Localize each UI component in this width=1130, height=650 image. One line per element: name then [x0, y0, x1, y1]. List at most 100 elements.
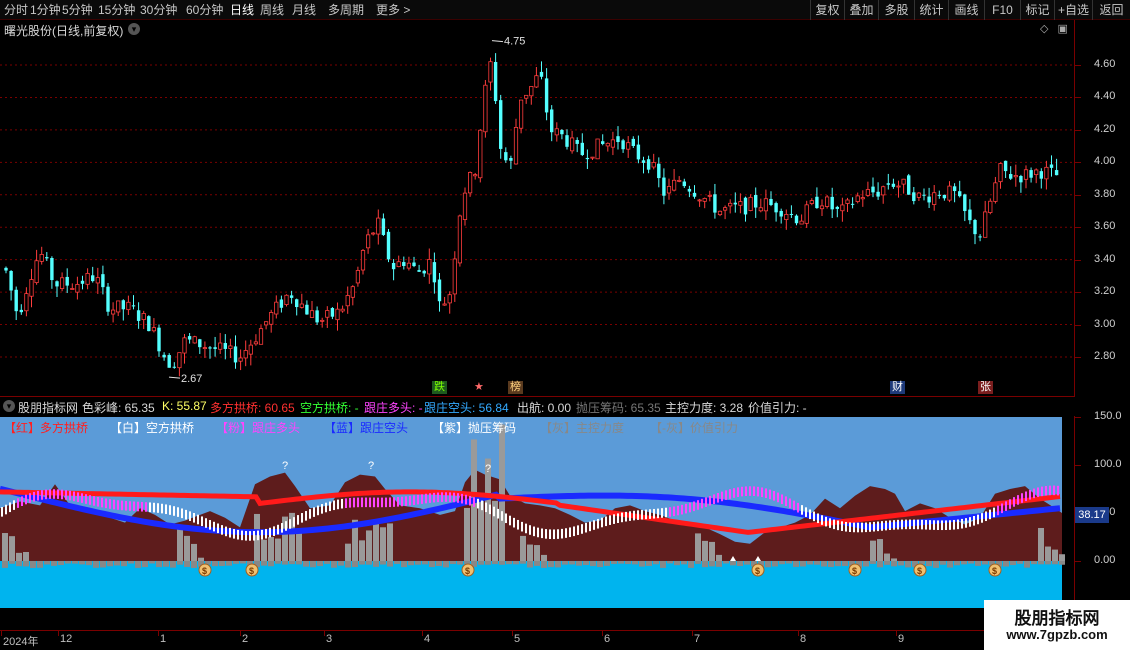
period-tab-10[interactable]: 更多 >	[376, 2, 410, 18]
gray-bar	[520, 535, 526, 561]
toolbar-button-7[interactable]: +自选	[1054, 0, 1092, 20]
date-tick	[324, 631, 325, 636]
candle-body	[927, 196, 931, 203]
candle-body	[840, 204, 845, 212]
gray-neg-bar	[982, 561, 988, 565]
date-tick	[896, 631, 897, 636]
gray-neg-bar	[1010, 561, 1016, 566]
period-tab-6[interactable]: 日线	[230, 2, 254, 18]
date-label: 2024年	[3, 636, 39, 648]
gray-neg-bar	[716, 561, 722, 567]
gray-neg-bar	[646, 561, 652, 566]
candle-body	[636, 144, 641, 160]
date-tick	[692, 631, 693, 636]
candle-body	[483, 84, 488, 133]
question-mark: ?	[485, 463, 491, 475]
candle-body	[499, 100, 503, 149]
candle-body	[131, 305, 136, 307]
candle-body	[763, 198, 769, 212]
event-marker[interactable]: ★	[472, 381, 486, 394]
date-tick	[512, 631, 513, 636]
gray-neg-bar	[324, 561, 330, 564]
event-marker[interactable]: 跌	[432, 381, 447, 394]
gray-neg-bar	[352, 561, 358, 568]
indicator-chart[interactable]: ?? ? $ $ $ $ $ $ $	[0, 417, 1075, 630]
gray-neg-bar	[2, 561, 8, 568]
candle-body	[284, 294, 289, 305]
candle-body	[570, 137, 575, 152]
date-label: 12	[60, 633, 73, 645]
indicator-value: 多方拱桥: 60.65	[210, 401, 295, 415]
event-marker[interactable]: 财	[890, 381, 905, 394]
candle-body	[672, 179, 677, 191]
toolbar-button-6[interactable]: 标记	[1020, 0, 1054, 20]
gray-neg-bar	[940, 561, 946, 565]
candle-body	[958, 191, 962, 197]
toolbar-button-8[interactable]: 返回	[1092, 0, 1130, 20]
event-marker[interactable]: 榜	[508, 381, 523, 394]
candle-body	[80, 280, 85, 284]
candle-body	[784, 214, 789, 220]
candle-body	[733, 202, 737, 205]
candle-body	[1009, 174, 1013, 179]
toolbar-button-0[interactable]: 复权	[810, 0, 844, 20]
gray-neg-bar	[968, 561, 974, 564]
period-tab-2[interactable]: 5分钟	[62, 2, 93, 18]
toolbar-button-3[interactable]: 统计	[914, 0, 948, 20]
money-bag-icon: $	[198, 563, 212, 577]
toolbar-button-1[interactable]: 叠加	[844, 0, 878, 20]
gray-neg-bar	[1038, 561, 1044, 565]
period-tab-1[interactable]: 1分钟	[30, 2, 61, 18]
price-tick-label: 4.40	[1094, 90, 1116, 103]
gray-neg-bar	[569, 561, 575, 565]
gray-bar	[709, 541, 715, 561]
gray-bar	[1059, 554, 1065, 561]
gray-bar	[373, 520, 379, 561]
period-tab-3[interactable]: 15分钟	[98, 2, 135, 18]
gray-neg-bar	[576, 561, 582, 566]
indicator-name[interactable]: 股朋指标网	[18, 399, 78, 416]
candle-body	[524, 94, 529, 99]
candle-body	[309, 310, 315, 318]
period-tab-0[interactable]: 分时	[4, 2, 28, 18]
candle-body	[462, 192, 468, 220]
event-marker[interactable]: 张	[978, 381, 993, 394]
toolbar-button-5[interactable]: F10	[984, 0, 1020, 20]
date-tick	[422, 631, 423, 636]
candle-body	[554, 128, 559, 136]
period-tab-8[interactable]: 月线	[292, 2, 316, 18]
gray-neg-bar	[828, 561, 834, 567]
candle-body	[50, 258, 54, 281]
money-bag-icon: $	[751, 563, 765, 577]
price-tick	[1075, 357, 1081, 358]
candle-body	[24, 293, 29, 312]
indicator-value: 跟庄多头: -	[364, 401, 423, 415]
gear-icon[interactable]: ▾	[3, 400, 15, 412]
gray-neg-bar	[135, 561, 141, 568]
candle-body	[687, 188, 692, 192]
gray-neg-bar	[289, 561, 295, 565]
gray-neg-bar	[800, 561, 806, 567]
period-tab-7[interactable]: 周线	[260, 2, 284, 18]
gray-neg-bar	[37, 561, 43, 568]
candle-body	[295, 299, 299, 308]
gray-neg-bar	[506, 561, 512, 565]
period-tab-5[interactable]: 60分钟	[186, 2, 223, 18]
candlestick-chart[interactable]: 4.75 2.67	[0, 20, 1075, 396]
candle-body	[365, 234, 371, 249]
candle-body	[922, 194, 926, 196]
period-tab-4[interactable]: 30分钟	[140, 2, 177, 18]
candle-body	[947, 185, 952, 201]
toolbar-button-2[interactable]: 多股	[878, 0, 914, 20]
candle-body	[973, 220, 977, 235]
toolbar-button-4[interactable]: 画线	[948, 0, 984, 20]
candle-body	[916, 192, 922, 198]
candle-body	[978, 236, 982, 238]
candle-body	[437, 279, 442, 302]
candle-body	[406, 262, 412, 269]
period-tab-9[interactable]: 多周期	[328, 2, 364, 18]
money-bag-icon: $	[988, 563, 1002, 577]
candle-body	[162, 354, 166, 358]
gray-neg-bar	[947, 561, 953, 568]
gray-neg-bar	[604, 561, 610, 566]
